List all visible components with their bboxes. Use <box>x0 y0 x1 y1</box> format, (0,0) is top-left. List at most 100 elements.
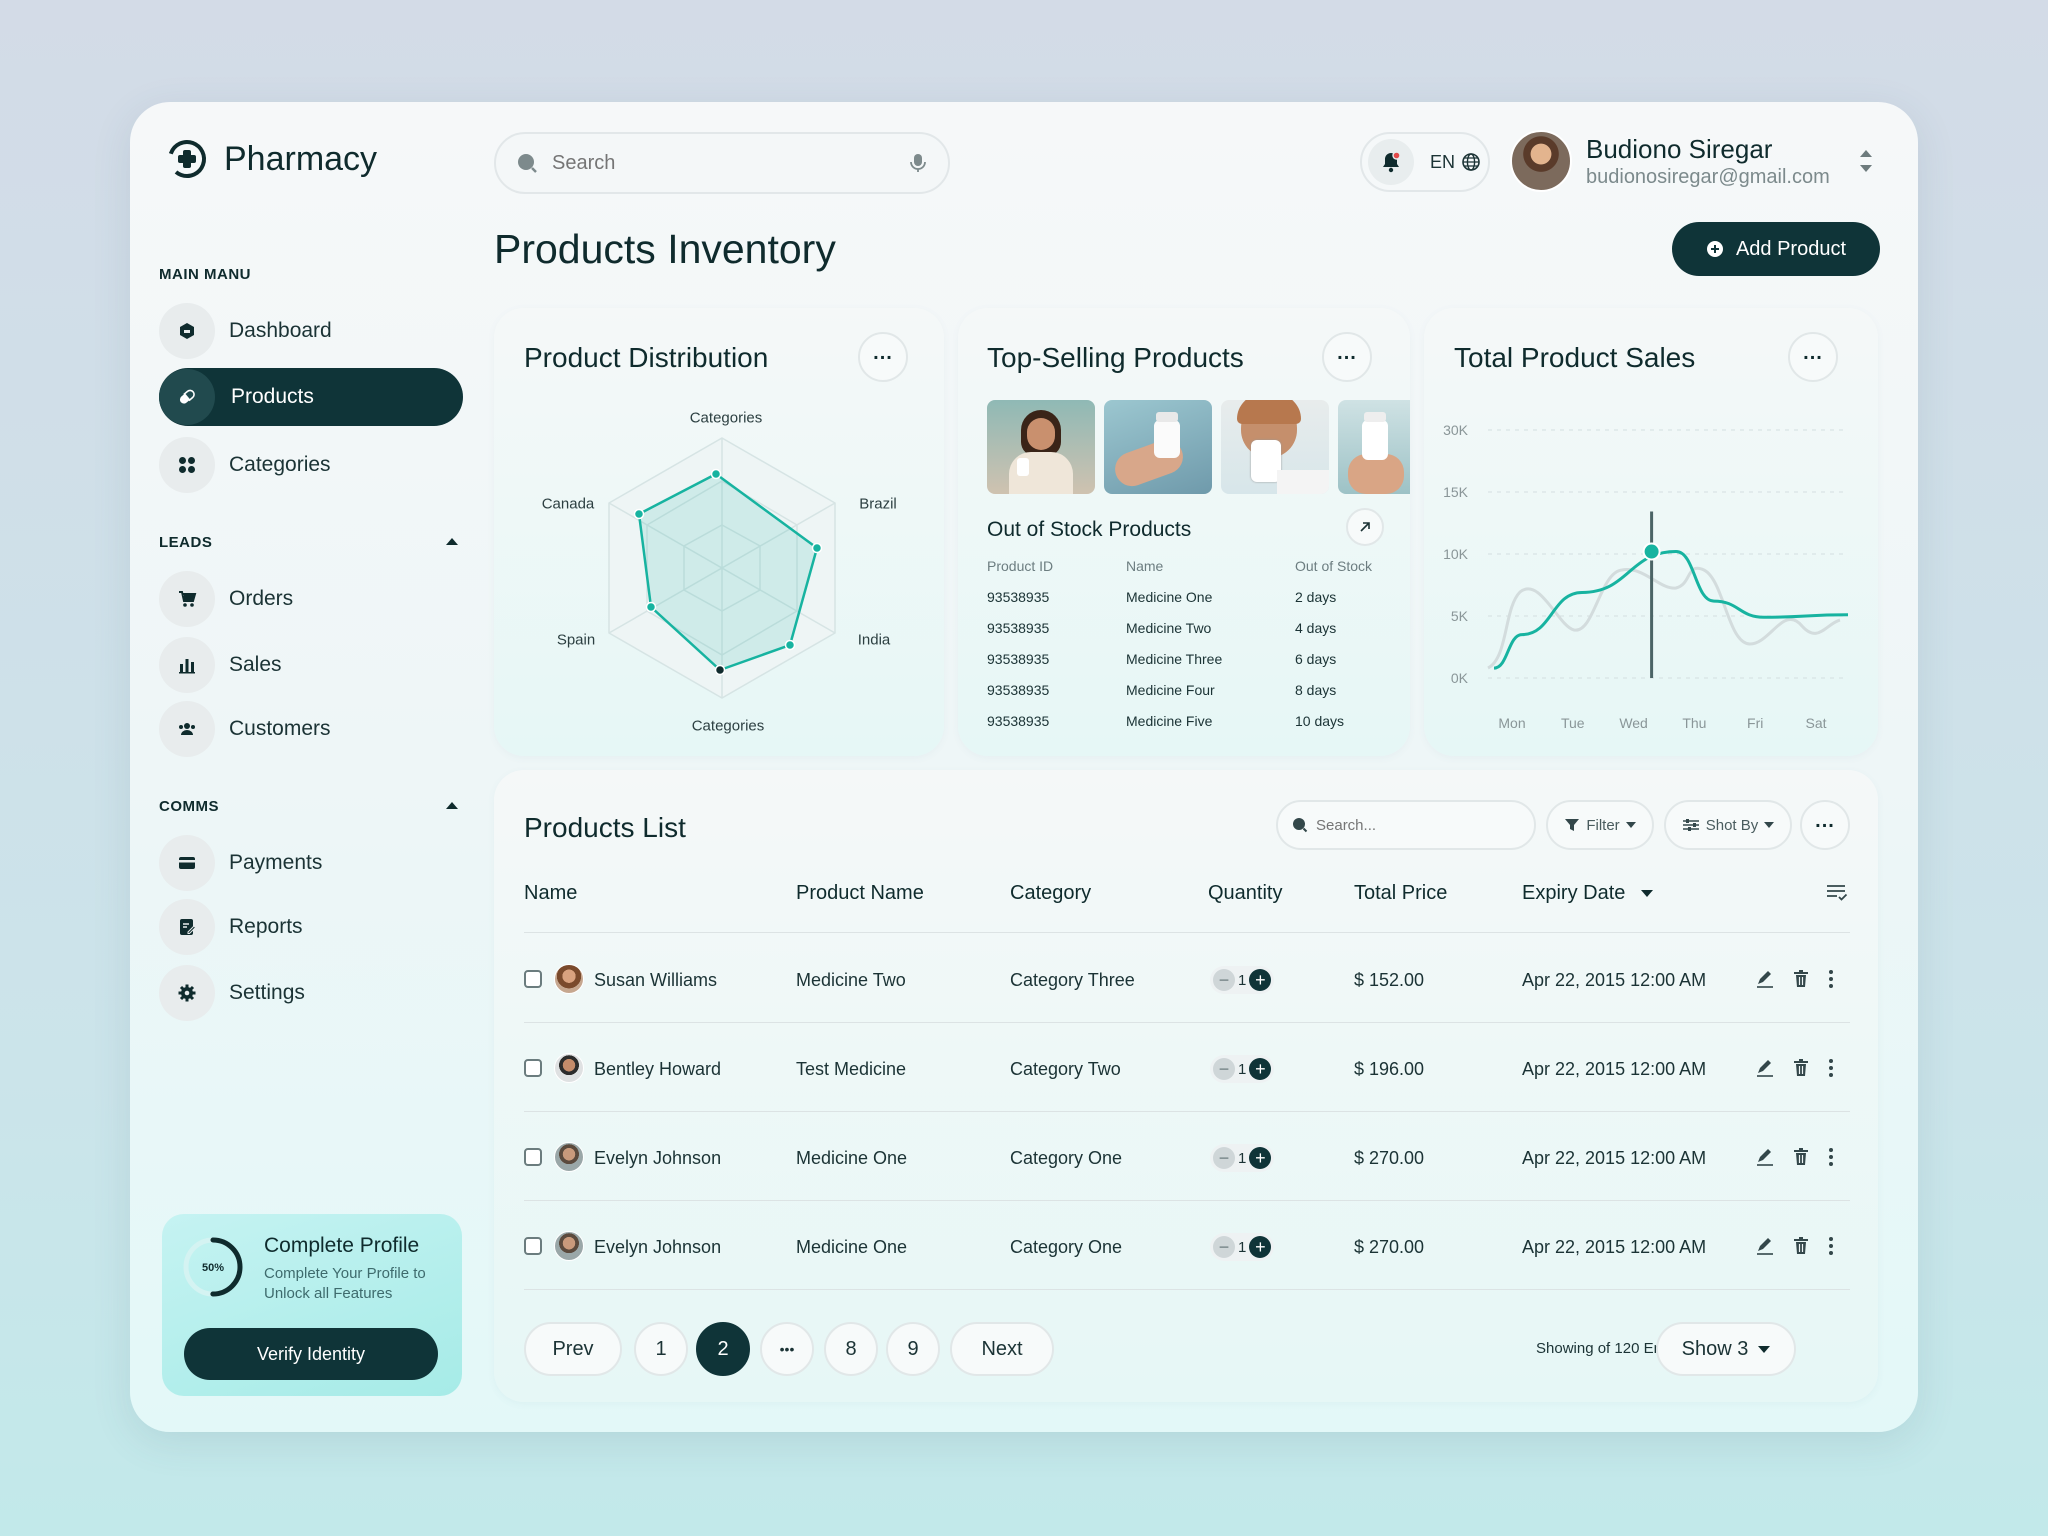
page-button[interactable]: 8 <box>824 1322 878 1376</box>
category: Category Two <box>1010 1059 1121 1079</box>
quantity-stepper[interactable]: −1 + <box>1210 966 1274 994</box>
next-page-button[interactable]: Next <box>950 1322 1054 1376</box>
trash-icon[interactable] <box>1790 1235 1812 1257</box>
column-header-quantity[interactable]: Quantity <box>1208 882 1282 905</box>
page-size-select[interactable]: Show 3 <box>1656 1322 1796 1376</box>
oos-product-id: 93538935 <box>987 651 1050 667</box>
sidebar-item-label: Reports <box>229 915 303 938</box>
edit-icon[interactable] <box>1754 1057 1776 1079</box>
kebab-menu-icon[interactable] <box>1820 1146 1842 1168</box>
sidebar-item-dashboard[interactable]: Dashboard <box>159 302 463 360</box>
y-tick-label: 30K <box>1443 422 1469 438</box>
user-name: Budiono Siregar <box>1586 134 1773 164</box>
table-search-input[interactable] <box>1316 816 1516 834</box>
product-photo[interactable] <box>987 400 1095 494</box>
minus-icon[interactable]: − <box>1213 1236 1235 1258</box>
sidebar-item-products[interactable]: Products <box>159 368 463 426</box>
page-button-current[interactable]: 2 <box>696 1322 750 1376</box>
collapse-comms-icon[interactable] <box>446 802 458 809</box>
edit-icon[interactable] <box>1754 1235 1776 1257</box>
sort-by-button[interactable]: Shot By <box>1664 800 1792 850</box>
chevron-down-icon <box>1641 890 1654 897</box>
column-header-name[interactable]: Name <box>524 882 577 905</box>
radar-axis-label: India <box>857 631 891 649</box>
column-header-expiry[interactable]: Expiry Date <box>1522 882 1654 905</box>
trash-icon[interactable] <box>1790 968 1812 990</box>
kebab-menu-icon[interactable] <box>1820 1057 1842 1079</box>
user-avatar[interactable] <box>1510 130 1572 192</box>
search-input[interactable] <box>552 151 908 175</box>
column-header: Out of Stock <box>1295 558 1373 574</box>
sidebar-item-customers[interactable]: Customers <box>159 700 463 758</box>
bell-icon[interactable] <box>1368 139 1414 185</box>
minus-icon[interactable]: − <box>1213 1058 1235 1080</box>
filter-button[interactable]: Filter <box>1546 800 1654 850</box>
product-name: Test Medicine <box>796 1059 907 1079</box>
sidebar-item-reports[interactable]: Reports <box>159 898 463 956</box>
sidebar-item-label: Orders <box>229 587 294 610</box>
plus-icon[interactable]: + <box>1249 1147 1272 1169</box>
prev-page-button[interactable]: Prev <box>524 1322 622 1376</box>
quantity-stepper[interactable]: −1 + <box>1210 1144 1274 1172</box>
category: Category Three <box>1010 970 1135 990</box>
product-photo[interactable] <box>1221 400 1329 494</box>
plus-icon[interactable]: + <box>1249 1236 1272 1258</box>
sidebar-item-settings[interactable]: Settings <box>159 964 463 1022</box>
language-selector[interactable]: EN <box>1430 152 1481 173</box>
sidebar-item-payments[interactable]: Payments <box>159 834 463 892</box>
more-options-icon[interactable]: ... <box>1800 800 1850 850</box>
plus-icon[interactable]: + <box>1249 1058 1272 1080</box>
brand[interactable]: Pharmacy <box>166 138 377 180</box>
product-photo[interactable] <box>1338 400 1410 494</box>
column-header-total-price[interactable]: Total Price <box>1354 882 1447 905</box>
expiry-date: Apr 22, 2015 12:00 AM <box>1522 970 1707 990</box>
column-header-product[interactable]: Product Name <box>796 882 924 905</box>
minus-icon[interactable]: − <box>1213 1147 1235 1169</box>
row-checkbox[interactable] <box>524 1237 542 1255</box>
plus-icon[interactable]: + <box>1249 969 1272 991</box>
product-photo[interactable] <box>1104 400 1212 494</box>
sidebar-item-categories[interactable]: Categories <box>159 436 463 494</box>
collapse-leads-icon[interactable] <box>446 538 458 545</box>
row-checkbox[interactable] <box>524 1059 542 1077</box>
trash-icon[interactable] <box>1790 1057 1812 1079</box>
search-icon <box>1293 818 1308 833</box>
top-selling-card: Top-Selling Products ... Out of Stock Pr… <box>958 308 1410 756</box>
table-row[interactable]: Evelyn Johnson Medicine One Category One… <box>494 1201 1878 1289</box>
page-button[interactable]: 1 <box>634 1322 688 1376</box>
row-checkbox[interactable] <box>524 1148 542 1166</box>
card-icon <box>159 835 215 891</box>
column-header-category[interactable]: Category <box>1010 882 1091 905</box>
kebab-menu-icon[interactable] <box>1820 968 1842 990</box>
column-settings-icon[interactable] <box>1826 884 1848 902</box>
total-price: $ 152.00 <box>1354 970 1425 990</box>
minus-icon[interactable]: − <box>1213 969 1235 991</box>
search-bar[interactable] <box>494 132 950 194</box>
pill-icon <box>159 369 215 425</box>
kebab-menu-icon[interactable] <box>1820 1235 1842 1257</box>
microphone-icon[interactable] <box>908 152 928 174</box>
row-checkbox[interactable] <box>524 970 542 988</box>
more-options-icon[interactable]: ... <box>1322 332 1372 382</box>
table-search[interactable] <box>1276 800 1536 850</box>
verify-identity-button[interactable]: Verify Identity <box>184 1328 438 1380</box>
table-row[interactable]: Susan Williams Medicine Two Category Thr… <box>494 934 1878 1022</box>
quantity-stepper[interactable]: −1 + <box>1210 1055 1274 1083</box>
sidebar-item-sales[interactable]: Sales <box>159 636 463 694</box>
table-row[interactable]: Evelyn Johnson Medicine One Category One… <box>494 1112 1878 1200</box>
open-link-icon[interactable] <box>1346 508 1384 546</box>
users-icon <box>159 701 215 757</box>
add-product-button[interactable]: Add Product <box>1672 222 1880 276</box>
highlight-point[interactable] <box>1642 542 1661 561</box>
edit-icon[interactable] <box>1754 968 1776 990</box>
account-switch-icon[interactable] <box>1858 146 1874 176</box>
page-ellipsis-button[interactable]: ••• <box>760 1322 814 1376</box>
trash-icon[interactable] <box>1790 1146 1812 1168</box>
page-button[interactable]: 9 <box>886 1322 940 1376</box>
sidebar-item-orders[interactable]: Orders <box>159 570 463 628</box>
edit-icon[interactable] <box>1754 1146 1776 1168</box>
quantity-stepper[interactable]: −1 + <box>1210 1233 1274 1261</box>
expiry-date: Apr 22, 2015 12:00 AM <box>1522 1148 1707 1168</box>
quantity-value: 1 <box>1238 1060 1247 1078</box>
table-row[interactable]: Bentley Howard Test Medicine Category Tw… <box>494 1023 1878 1111</box>
